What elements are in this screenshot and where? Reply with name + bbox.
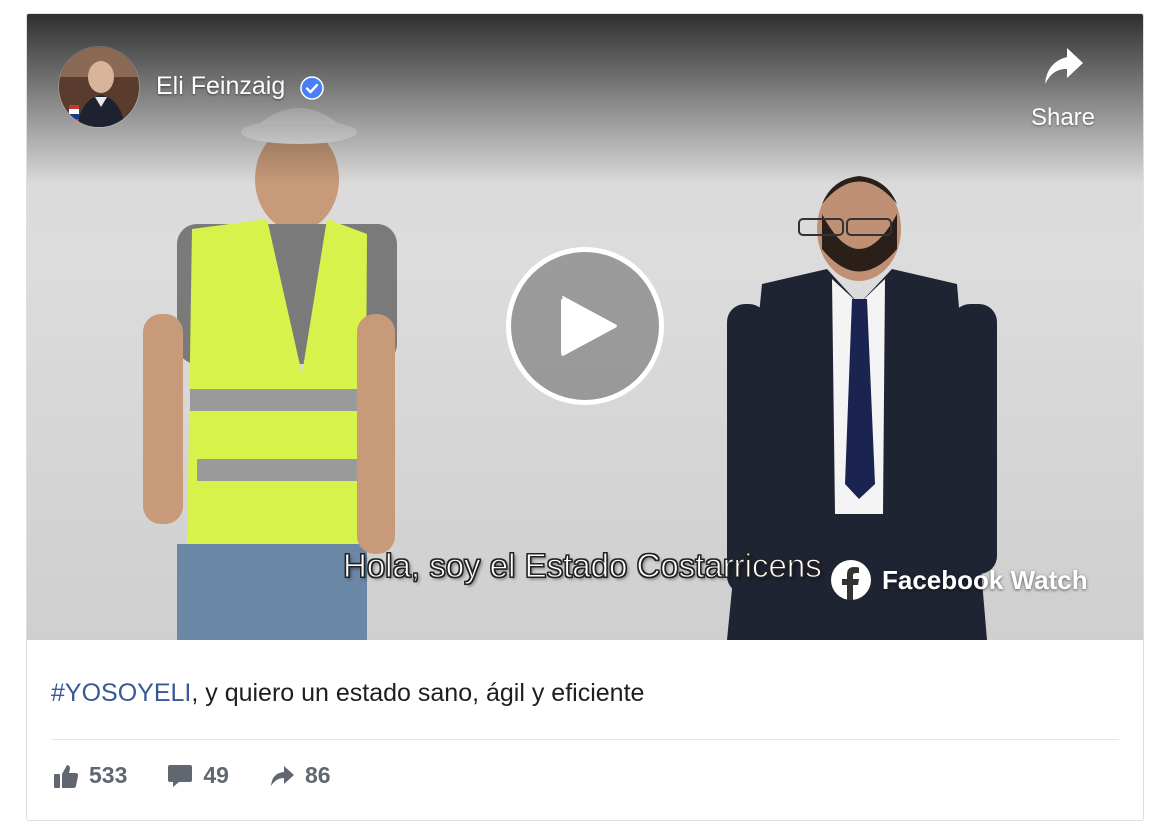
facebook-watch-link[interactable]: Facebook Watch xyxy=(830,558,1088,602)
comments-stat[interactable]: 49 xyxy=(167,762,229,789)
shares-stat[interactable]: 86 xyxy=(269,762,331,789)
video-player[interactable]: Eli Feinzaig Share Hola, soy el Estado C… xyxy=(27,14,1143,640)
share-label: Share xyxy=(1030,104,1096,131)
facebook-logo-icon xyxy=(831,560,871,600)
video-subtitle: Hola, soy el Estado Costarricens xyxy=(343,547,823,585)
engagement-stats: 533 49 86 xyxy=(53,762,331,789)
post-caption: #YOSOYELI, y quiero un estado sano, ágil… xyxy=(51,679,644,708)
caption-text: , y quiero un estado sano, ágil y eficie… xyxy=(191,679,645,707)
comment-icon xyxy=(168,764,193,787)
play-icon xyxy=(561,296,617,356)
share-button[interactable]: Share xyxy=(1023,44,1103,139)
page-avatar[interactable] xyxy=(59,47,139,127)
comments-count: 49 xyxy=(203,762,229,788)
play-button[interactable] xyxy=(506,247,664,405)
likes-stat[interactable]: 533 xyxy=(53,762,127,789)
hashtag-link[interactable]: #YOSOYELI xyxy=(51,679,191,707)
page-name[interactable]: Eli Feinzaig xyxy=(156,72,285,101)
likes-count: 533 xyxy=(89,762,128,788)
facebook-video-post: Eli Feinzaig Share Hola, soy el Estado C… xyxy=(26,13,1144,821)
share-icon xyxy=(270,765,294,786)
divider xyxy=(51,739,1119,740)
shares-count: 86 xyxy=(304,762,331,788)
avatar-image xyxy=(59,47,139,127)
verified-badge-icon xyxy=(300,76,324,100)
share-arrow-icon xyxy=(1045,48,1083,84)
facebook-watch-label: Facebook Watch xyxy=(882,564,1088,595)
thumbs-up-icon xyxy=(54,764,79,788)
